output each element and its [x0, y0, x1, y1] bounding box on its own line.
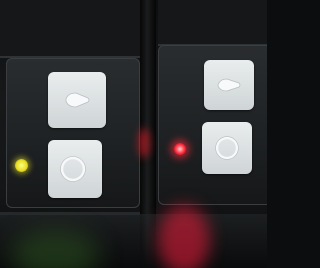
- red-side-glow: [138, 128, 150, 158]
- circle-icon: [60, 156, 86, 182]
- upper-housing-left: [0, 0, 140, 58]
- red-reflection-glow: [158, 205, 210, 268]
- play-button-right[interactable]: [204, 60, 254, 110]
- circle-icon: [215, 136, 239, 160]
- device-photo: [0, 0, 267, 268]
- play-triangle-icon: [217, 78, 241, 92]
- upper-housing-right: [158, 0, 267, 46]
- play-triangle-icon: [65, 92, 90, 108]
- circle-button-left[interactable]: [48, 140, 102, 198]
- circle-button-right[interactable]: [202, 122, 252, 174]
- status-led-red: [174, 143, 186, 155]
- status-led-yellow: [15, 159, 28, 172]
- play-button-left[interactable]: [48, 72, 106, 128]
